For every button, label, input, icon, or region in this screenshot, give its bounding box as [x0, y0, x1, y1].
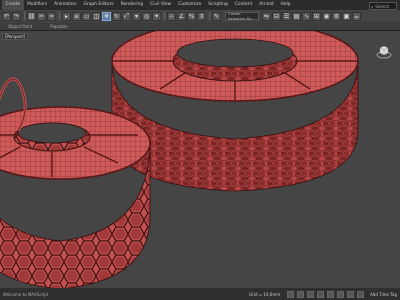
snaps-toggle-icon[interactable]: ⊹: [167, 11, 176, 21]
unlink-icon[interactable]: ✂: [37, 11, 46, 21]
main-toolbar: ↶ ↷ ⛓ ✂ ≈ ▸ ≡ ▭ ◫ ✥ ↻ ⤢ ▾ ◎ ✦ ⊹ ∠ % ⇕ ✎ …: [0, 10, 400, 22]
maxscript-listener[interactable]: Welcome to MAXScript: [3, 292, 249, 297]
search-icon: ⌕: [371, 3, 374, 9]
bind-space-warp-icon[interactable]: ≈: [47, 11, 56, 21]
edit-named-selection-icon[interactable]: ✎: [212, 11, 221, 21]
menu-content[interactable]: Content: [231, 0, 255, 10]
pivot-center-icon[interactable]: ◎: [142, 11, 151, 21]
zoom-icon[interactable]: [337, 290, 345, 298]
auto-key-icon[interactable]: [297, 290, 305, 298]
select-object-icon[interactable]: ▸: [62, 11, 71, 21]
search-box[interactable]: ⌕ Search: [369, 2, 397, 10]
undo-icon[interactable]: ↶: [2, 11, 11, 21]
menu-bar: Create Modifiers Animation Graph Editors…: [0, 0, 400, 10]
menu-help[interactable]: Help: [277, 0, 294, 10]
ribbon-bar: Object Paint Populate: [0, 22, 400, 30]
search-label: Search: [375, 3, 389, 9]
select-rotate-icon[interactable]: ↻: [112, 11, 121, 21]
mirror-icon[interactable]: ⇋: [262, 11, 271, 21]
select-by-name-icon[interactable]: ≡: [72, 11, 81, 21]
select-move-icon[interactable]: ✥: [102, 11, 111, 21]
angle-snap-icon[interactable]: ∠: [177, 11, 186, 21]
viewcube-icon[interactable]: [376, 43, 392, 59]
menu-customize[interactable]: Customize: [175, 0, 205, 10]
select-scale-icon[interactable]: ⤢: [122, 11, 131, 21]
status-bar: Welcome to MAXScript Grid = 10,0mm Add T…: [0, 288, 400, 300]
menu-civil-view[interactable]: Civil View: [147, 0, 175, 10]
pan-icon[interactable]: [357, 290, 365, 298]
play-icon[interactable]: [317, 290, 325, 298]
align-icon[interactable]: ⊟: [272, 11, 281, 21]
reference-coord-icon[interactable]: ▾: [132, 11, 141, 21]
toggle-ribbon-icon[interactable]: ▤: [292, 11, 301, 21]
toolbar-separator: [209, 12, 210, 20]
viewport-label[interactable]: [Perspect]: [2, 33, 29, 40]
orbit-icon[interactable]: [347, 290, 355, 298]
spinner-snap-icon[interactable]: ⇕: [197, 11, 206, 21]
schematic-view-icon[interactable]: ⊞: [312, 11, 321, 21]
perspective-viewport[interactable]: [Perspect]: [0, 30, 400, 289]
link-icon[interactable]: ⛓: [27, 11, 36, 21]
menu-scripting[interactable]: Scripting: [205, 0, 232, 10]
grid-readout: Grid = 10,0mm: [249, 291, 281, 297]
material-editor-icon[interactable]: ◉: [322, 11, 331, 21]
percent-snap-icon[interactable]: %: [187, 11, 196, 21]
rendered-frame-icon[interactable]: ▣: [342, 11, 351, 21]
status-controls: Grid = 10,0mm: [249, 290, 365, 298]
curve-editor-icon[interactable]: ∿: [302, 11, 311, 21]
menu-modifiers[interactable]: Modifiers: [24, 0, 51, 10]
rect-selection-icon[interactable]: ▭: [82, 11, 91, 21]
toolbar-separator: [59, 12, 60, 20]
redo-icon[interactable]: ↷: [12, 11, 21, 21]
render-icon[interactable]: ☕: [352, 11, 361, 21]
window-crossing-icon[interactable]: ◫: [92, 11, 101, 21]
viewport-scene: [0, 31, 359, 289]
named-selection-dropdown[interactable]: Create Selection Se: [225, 11, 259, 21]
menu-animation[interactable]: Animation: [51, 0, 80, 10]
toolbar-separator: [24, 12, 25, 20]
key-lock-icon[interactable]: [287, 290, 295, 298]
ribbon-tab-object-paint[interactable]: Object Paint: [8, 24, 32, 29]
menu-graph-editors[interactable]: Graph Editors: [80, 0, 117, 10]
ribbon-tab-populate[interactable]: Populate: [50, 24, 67, 29]
set-key-icon[interactable]: [307, 290, 315, 298]
render-setup-icon[interactable]: ⚙: [332, 11, 341, 21]
menu-rendering[interactable]: Rendering: [117, 0, 146, 10]
next-frame-icon[interactable]: [327, 290, 335, 298]
add-time-tag[interactable]: Add Time Tag: [370, 292, 397, 297]
layer-explorer-icon[interactable]: ☰: [282, 11, 291, 21]
menu-items: Create Modifiers Animation Graph Editors…: [0, 0, 294, 10]
toolbar-separator: [164, 12, 165, 20]
menu-arnold[interactable]: Arnold: [256, 0, 277, 10]
menu-create[interactable]: Create: [2, 0, 24, 10]
manipulate-icon[interactable]: ✦: [152, 11, 161, 21]
